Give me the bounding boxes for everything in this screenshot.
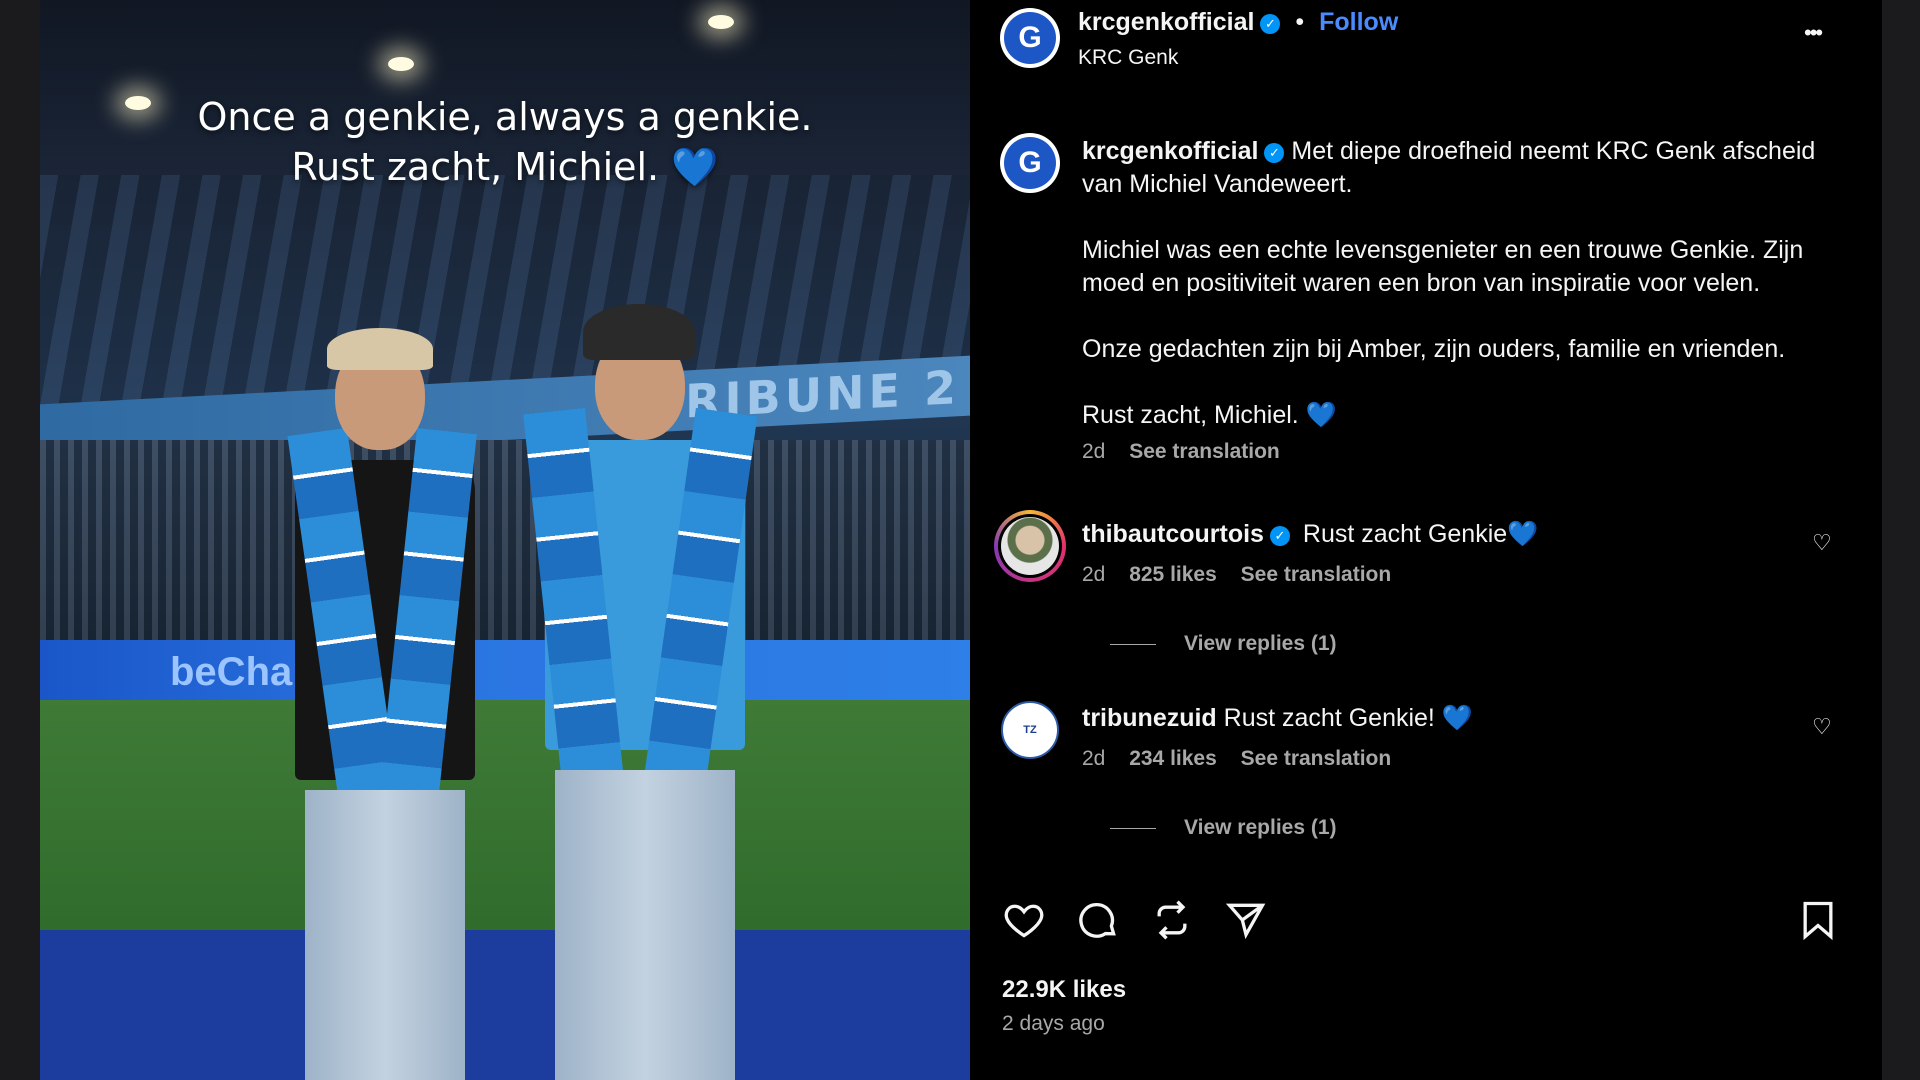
comment-text: Rust zacht Genkie <box>1302 520 1508 548</box>
caption-paragraph2: Michiel was een echte levensgenieter en … <box>1082 236 1804 297</box>
caption-paragraph4: Rust zacht, Michiel. <box>1082 401 1299 429</box>
author-username[interactable]: krcgenkofficial <box>1078 8 1254 36</box>
blue-heart-icon: 💙 <box>1305 401 1337 429</box>
like-comment-heart-icon[interactable]: ♡ <box>1812 530 1832 556</box>
author-subtitle: KRC Genk <box>1078 46 1179 69</box>
caption-paragraph4-row: Rust zacht, Michiel. 💙 <box>1082 399 1842 432</box>
comment-likes[interactable]: 234 likes <box>1129 747 1217 770</box>
comment-text-row: tribunezuid Rust zacht Genkie! 💙 <box>1082 702 1782 735</box>
blue-heart-icon: 💙 <box>1441 704 1473 732</box>
photo-caption: Once a genkie, always a genkie. Rust zac… <box>40 92 970 192</box>
post-likes-count[interactable]: 22.9K likes <box>1002 976 1126 1004</box>
comment-text-row: thibautcourtois ✓ Rust zacht Genkie💙 <box>1082 518 1782 551</box>
blue-heart-icon: 💙 <box>671 145 719 189</box>
caption-avatar[interactable]: G <box>1000 133 1060 193</box>
more-options-icon[interactable]: ••• <box>1804 20 1823 46</box>
comment-meta: 2d 234 likes See translation <box>1082 747 1782 771</box>
follow-button[interactable]: Follow <box>1319 8 1398 36</box>
thibautcourtois-avatar <box>1001 517 1059 575</box>
krc-genk-logo-icon: G <box>1004 137 1056 189</box>
post-timestamp: 2 days ago <box>1002 1012 1105 1035</box>
comment-username[interactable]: tribunezuid <box>1082 704 1217 732</box>
author-avatar[interactable]: G <box>1000 8 1060 68</box>
like-comment-heart-icon[interactable]: ♡ <box>1812 714 1832 740</box>
replies-line <box>1110 827 1156 829</box>
comment-text: Rust zacht Genkie! <box>1223 704 1435 732</box>
share-send-icon[interactable] <box>1224 898 1268 942</box>
comment-username[interactable]: thibautcourtois <box>1082 520 1264 548</box>
view-replies-label: View replies (1) <box>1184 632 1337 655</box>
post-header: krcgenkofficial ✓ • Follow <box>1078 8 1398 37</box>
stadium-light <box>708 15 734 29</box>
comment-item: thibautcourtois ✓ Rust zacht Genkie💙 2d 8… <box>1082 518 1782 587</box>
see-translation-button[interactable]: See translation <box>1241 563 1392 586</box>
post-modal: TRIBUNE 2 beCharity Once a genkie, alway… <box>40 0 1882 1080</box>
comment-avatar[interactable] <box>994 510 1066 582</box>
view-replies-button[interactable]: View replies (1) <box>1110 632 1337 656</box>
view-replies-label: View replies (1) <box>1184 816 1337 839</box>
view-replies-button[interactable]: View replies (1) <box>1110 816 1337 840</box>
verified-badge-icon: ✓ <box>1260 14 1281 34</box>
see-translation-button[interactable]: See translation <box>1129 440 1280 463</box>
post-photo: TRIBUNE 2 beCharity Once a genkie, alway… <box>40 0 970 1080</box>
caption-body: krcgenkofficial ✓ Met diepe droefheid nee… <box>1082 135 1842 464</box>
comment-age: 2d <box>1082 563 1106 586</box>
like-heart-icon[interactable] <box>1002 898 1046 942</box>
blue-heart-icon: 💙 <box>1507 520 1539 548</box>
krc-genk-logo-icon: G <box>1004 12 1056 64</box>
comment-bubble-icon[interactable] <box>1076 898 1120 942</box>
caption-username[interactable]: krcgenkofficial <box>1082 137 1258 165</box>
post-panel: G krcgenkofficial ✓ • Follow KRC Genk •••… <box>970 0 1882 1080</box>
header-separator: • <box>1295 8 1305 36</box>
comment-item: tribunezuid Rust zacht Genkie! 💙 2d 234 … <box>1082 702 1782 771</box>
replies-line <box>1110 643 1156 645</box>
caption-first-paragraph: krcgenkofficial ✓ Met diepe droefheid nee… <box>1082 135 1842 201</box>
bookmark-icon[interactable] <box>1796 898 1840 942</box>
person-left <box>255 320 515 1080</box>
photo-caption-line2: Rust zacht, Michiel. <box>291 145 660 189</box>
repost-icon[interactable] <box>1150 898 1194 942</box>
person-right <box>515 300 775 1080</box>
verified-badge-icon: ✓ <box>1264 142 1285 163</box>
comment-age: 2d <box>1082 747 1106 770</box>
verified-badge-icon: ✓ <box>1269 525 1290 546</box>
stadium-light <box>388 57 414 71</box>
comment-avatar[interactable]: TZ <box>1000 700 1060 760</box>
see-translation-button[interactable]: See translation <box>1241 747 1392 770</box>
photo-caption-line1: Once a genkie, always a genkie. <box>197 95 813 139</box>
comment-meta: 2d 825 likes See translation <box>1082 563 1782 587</box>
caption-age: 2d <box>1082 440 1106 463</box>
caption-meta: 2d See translation <box>1082 440 1842 464</box>
comment-likes[interactable]: 825 likes <box>1129 563 1217 586</box>
caption-paragraph3: Onze gedachten zijn bij Amber, zijn oude… <box>1082 335 1786 363</box>
tribunezuid-logo-icon: TZ <box>1001 701 1059 759</box>
